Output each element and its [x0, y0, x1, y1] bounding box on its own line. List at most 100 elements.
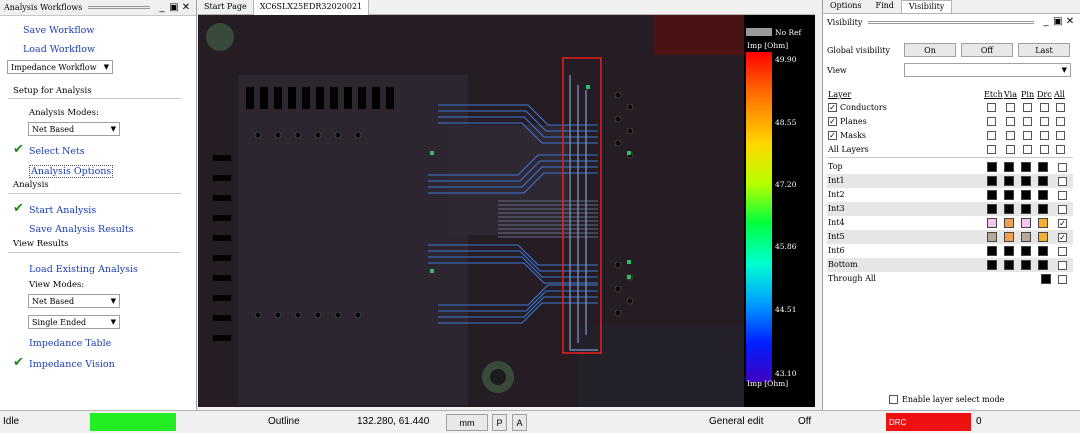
pcb-canvas[interactable] — [198, 15, 744, 407]
layer-all-checkbox[interactable] — [1058, 163, 1067, 172]
analysis-options-link[interactable]: Analysis Options — [29, 165, 114, 178]
close-icon[interactable]: ✕ — [180, 2, 192, 14]
layer-color-swatch[interactable] — [1004, 162, 1014, 172]
p-button[interactable]: P — [492, 414, 507, 431]
start-analysis-link[interactable]: Start Analysis — [29, 205, 96, 216]
layer-color-swatch[interactable] — [1038, 246, 1048, 256]
layer-all-checkbox[interactable] — [1058, 247, 1067, 256]
units-button[interactable]: mm — [446, 414, 488, 431]
impedance-vision-link[interactable]: Impedance Vision — [29, 359, 115, 370]
category-checkbox[interactable] — [1056, 131, 1065, 140]
category-checkbox[interactable] — [1056, 103, 1065, 112]
layer-color-swatch[interactable] — [1038, 218, 1048, 228]
layer-color-swatch[interactable] — [1004, 246, 1014, 256]
category-checkbox[interactable] — [1006, 131, 1015, 140]
through-all-checkbox[interactable] — [1058, 275, 1067, 284]
layer-color-swatch[interactable] — [987, 218, 997, 228]
last-button[interactable]: Last — [1018, 43, 1070, 57]
category-checkbox[interactable] — [1023, 103, 1032, 112]
tab-design[interactable]: XC6SLX25EDR32020021 — [253, 0, 370, 15]
layer-color-swatch[interactable] — [1038, 176, 1048, 186]
layer-color-swatch[interactable] — [1004, 204, 1014, 214]
view-mode-select[interactable]: Net Based ▼ — [28, 294, 120, 308]
close-icon[interactable]: ✕ — [1064, 16, 1076, 28]
layer-color-swatch[interactable] — [1021, 260, 1031, 270]
save-workflow-link[interactable]: Save Workflow — [23, 25, 95, 36]
layer-color-swatch[interactable] — [987, 190, 997, 200]
category-checkbox[interactable] — [1040, 145, 1049, 154]
tab-start-page[interactable]: Start Page — [198, 0, 254, 15]
category-checkbox[interactable] — [987, 131, 996, 140]
layer-all-checkbox[interactable] — [1058, 205, 1067, 214]
restore-icon[interactable]: ▣ — [168, 2, 180, 14]
minimize-icon[interactable]: _ — [156, 2, 168, 14]
through-all-swatch[interactable] — [1041, 274, 1051, 284]
layer-color-swatch[interactable] — [1021, 218, 1031, 228]
no-ref-swatch — [746, 28, 772, 36]
category-checkbox[interactable] — [987, 103, 996, 112]
layer-color-swatch[interactable] — [1038, 260, 1048, 270]
layer-color-swatch[interactable] — [1038, 162, 1048, 172]
layer-color-swatch[interactable] — [1004, 232, 1014, 242]
category-checkbox[interactable] — [987, 117, 996, 126]
layer-color-swatch[interactable] — [1038, 232, 1048, 242]
category-checkbox[interactable] — [1040, 103, 1049, 112]
load-existing-analysis-link[interactable]: Load Existing Analysis — [29, 264, 138, 275]
layer-color-swatch[interactable] — [987, 204, 997, 214]
layer-color-swatch[interactable] — [987, 176, 997, 186]
layer-color-swatch[interactable] — [1021, 232, 1031, 242]
off-button[interactable]: Off — [961, 43, 1013, 57]
layer-color-swatch[interactable] — [1004, 190, 1014, 200]
planes-checkbox[interactable]: ✓ — [828, 117, 837, 126]
conductors-checkbox[interactable]: ✓ — [828, 103, 837, 112]
layer-color-swatch[interactable] — [1038, 204, 1048, 214]
layer-color-swatch[interactable] — [1021, 176, 1031, 186]
category-checkbox[interactable] — [1023, 117, 1032, 126]
layer-all-checkbox[interactable]: ✓ — [1058, 219, 1067, 228]
on-button[interactable]: On — [904, 43, 956, 57]
layer-color-swatch[interactable] — [1004, 176, 1014, 186]
tab-visibility[interactable]: Visibility — [900, 0, 953, 13]
masks-checkbox[interactable]: ✓ — [828, 131, 837, 140]
view-select[interactable]: ▼ — [904, 63, 1071, 77]
minimize-icon[interactable]: _ — [1040, 16, 1052, 28]
category-checkbox[interactable] — [1040, 131, 1049, 140]
layer-color-swatch[interactable] — [1021, 190, 1031, 200]
analysis-mode-select[interactable]: Net Based ▼ — [28, 122, 120, 136]
save-analysis-results-link[interactable]: Save Analysis Results — [29, 224, 134, 235]
layer-color-swatch[interactable] — [987, 162, 997, 172]
select-nets-link[interactable]: Select Nets — [29, 146, 85, 157]
tab-find[interactable]: Find — [869, 0, 901, 13]
drc-indicator[interactable]: DRC — [886, 413, 971, 431]
category-checkbox[interactable] — [1006, 103, 1015, 112]
layer-all-checkbox[interactable] — [1058, 177, 1067, 186]
enable-layer-select-checkbox[interactable] — [889, 395, 898, 404]
load-workflow-link[interactable]: Load Workflow — [23, 44, 95, 55]
layer-all-checkbox[interactable] — [1058, 191, 1067, 200]
layer-color-swatch[interactable] — [1038, 190, 1048, 200]
restore-icon[interactable]: ▣ — [1052, 16, 1064, 28]
layer-all-checkbox[interactable] — [1058, 261, 1067, 270]
category-checkbox[interactable] — [1056, 145, 1065, 154]
layer-color-swatch[interactable] — [987, 232, 997, 242]
layer-color-swatch[interactable] — [1004, 260, 1014, 270]
layer-all-checkbox[interactable]: ✓ — [1058, 233, 1067, 242]
workflow-select[interactable]: Impedance Workflow ▼ — [7, 60, 113, 74]
ended-mode-select[interactable]: Single Ended ▼ — [28, 315, 120, 329]
category-checkbox[interactable] — [1056, 117, 1065, 126]
tab-options[interactable]: Options — [823, 0, 869, 13]
layer-color-swatch[interactable] — [1021, 162, 1031, 172]
category-checkbox[interactable] — [1023, 131, 1032, 140]
category-checkbox[interactable] — [1006, 145, 1015, 154]
layer-color-swatch[interactable] — [987, 260, 997, 270]
impedance-table-link[interactable]: Impedance Table — [29, 338, 111, 349]
layer-color-swatch[interactable] — [1004, 218, 1014, 228]
a-button[interactable]: A — [512, 414, 527, 431]
category-checkbox[interactable] — [1023, 145, 1032, 154]
layer-color-swatch[interactable] — [987, 246, 997, 256]
category-checkbox[interactable] — [1006, 117, 1015, 126]
category-checkbox[interactable] — [987, 145, 996, 154]
category-checkbox[interactable] — [1040, 117, 1049, 126]
layer-color-swatch[interactable] — [1021, 246, 1031, 256]
layer-color-swatch[interactable] — [1021, 204, 1031, 214]
